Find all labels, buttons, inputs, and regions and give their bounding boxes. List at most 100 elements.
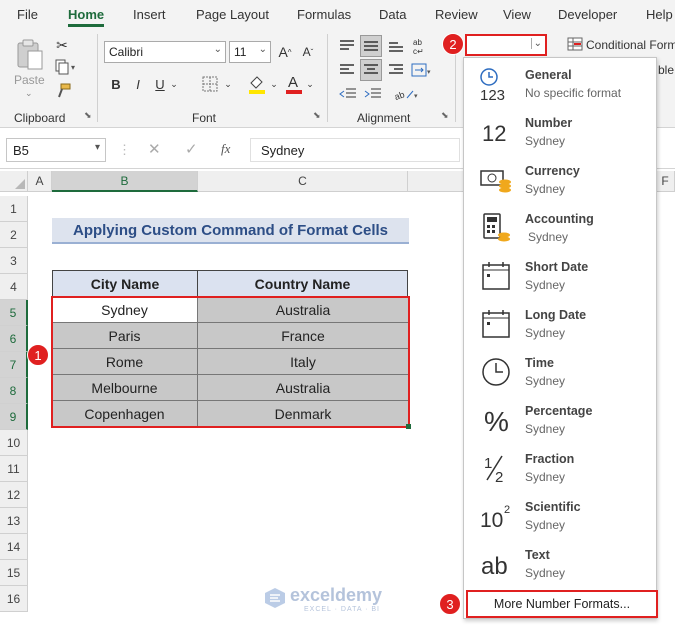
format-time[interactable]: Time Sydney [464,348,656,396]
align-right-icon[interactable] [386,60,406,80]
orientation-icon[interactable]: ab ▾ [392,84,422,104]
chevron-down-icon[interactable]: ⌄ [269,76,279,92]
borders-icon[interactable] [199,74,221,94]
sheet-title[interactable]: Applying Custom Command of Format Cells [52,218,409,244]
align-middle-icon[interactable] [360,35,382,57]
align-top-icon[interactable] [337,36,357,56]
table-cell-country[interactable]: Denmark [198,401,408,427]
table-cell-city[interactable]: Copenhagen [52,401,198,427]
paste-label[interactable]: Paste [14,73,45,87]
row-header[interactable]: 16 [0,586,28,612]
chevron-down-icon[interactable]: ⌄ [305,76,315,92]
number-format-combo[interactable]: ⌄ [465,34,547,56]
row-header[interactable]: 10 [0,430,28,456]
tab-file[interactable]: File [17,7,38,22]
increase-indent-icon[interactable] [362,84,384,104]
font-launcher-icon[interactable]: ⬊ [313,110,321,121]
row-header[interactable]: 1 [0,196,28,222]
align-bottom-icon[interactable] [386,36,406,56]
row-header[interactable]: 4 [0,274,28,300]
table-header-city[interactable]: City Name [52,270,198,297]
align-center-icon[interactable] [360,59,382,81]
format-text[interactable]: ab Text Sydney [464,540,656,588]
row-header[interactable]: 7 [0,352,28,378]
table-header-country[interactable]: Country Name [197,270,408,297]
table-cell-country[interactable]: Australia [198,297,408,323]
underline-icon[interactable]: U [152,74,168,94]
clipboard-launcher-icon[interactable]: ⬊ [84,110,92,121]
column-header-b[interactable]: B [52,171,198,192]
fill-handle[interactable] [406,424,411,429]
format-as-table-label[interactable]: ble [658,63,674,77]
column-header-c[interactable]: C [198,171,408,192]
italic-icon[interactable]: I [130,74,146,94]
table-cell-country[interactable]: Australia [198,375,408,401]
format-number[interactable]: 12 Number Sydney [464,108,656,156]
row-header[interactable]: 6 [0,326,28,352]
chevron-down-icon[interactable]: ⌄ [223,76,233,92]
font-name-combo[interactable]: Calibri ⌄ [104,41,226,63]
format-general[interactable]: 123 General No specific format [464,60,656,108]
table-cell-country[interactable]: Italy [198,349,408,375]
tab-page-layout[interactable]: Page Layout [196,7,269,22]
column-header-f[interactable]: F [656,171,675,192]
format-short-date[interactable]: Short Date Sydney [464,252,656,300]
column-header-d[interactable] [408,171,464,192]
row-header[interactable]: 13 [0,508,28,534]
enter-check-icon[interactable]: ✓ [185,140,198,158]
row-header[interactable]: 14 [0,534,28,560]
bold-icon[interactable]: B [108,74,124,94]
row-header[interactable]: 11 [0,456,28,482]
tab-view[interactable]: View [503,7,531,22]
more-number-formats-button[interactable]: More Number Formats... [466,590,658,618]
row-header[interactable]: 12 [0,482,28,508]
tab-insert[interactable]: Insert [133,7,166,22]
row-header[interactable]: 15 [0,560,28,586]
format-painter-icon[interactable] [54,82,72,100]
tab-developer[interactable]: Developer [558,7,617,22]
grow-font-icon[interactable]: A ^ [276,42,294,62]
conditional-formatting-icon[interactable] [566,36,584,52]
table-cell-city[interactable]: Rome [52,349,198,375]
row-header[interactable]: 9 [0,404,28,430]
table-cell-city[interactable]: Paris [52,323,198,349]
copy-icon[interactable]: ▾ [54,58,78,76]
tab-review[interactable]: Review [435,7,478,22]
tab-data[interactable]: Data [379,7,406,22]
insert-function-icon[interactable]: fx [221,141,230,157]
table-cell-city[interactable]: Sydney [52,297,198,323]
format-currency[interactable]: Currency Sydney [464,156,656,204]
format-accounting[interactable]: Accounting Sydney [464,204,656,252]
align-left-icon[interactable] [337,60,357,80]
format-percentage[interactable]: % Percentage Sydney [464,396,656,444]
tab-help[interactable]: Help [646,7,673,22]
name-box[interactable]: B5 ▾ [6,138,106,162]
alignment-launcher-icon[interactable]: ⬊ [441,110,449,121]
decrease-indent-icon[interactable] [337,84,359,104]
table-cell-country[interactable]: France [198,323,408,349]
table-cell-city[interactable]: Melbourne [52,375,198,401]
paste-chevron-icon[interactable]: ⌄ [25,88,33,99]
cut-icon[interactable]: ✂ [54,36,70,54]
row-header[interactable]: 3 [0,248,28,274]
tab-home[interactable]: Home [68,7,105,27]
row-header[interactable]: 2 [0,222,28,248]
tab-formulas[interactable]: Formulas [297,7,351,22]
merge-center-icon[interactable]: ▾ [410,60,432,80]
select-all-corner[interactable] [0,171,28,192]
shrink-font-icon[interactable]: Aˇ [299,42,317,62]
fill-color-icon[interactable] [246,72,268,96]
formula-input[interactable]: Sydney [250,138,460,162]
column-header-a[interactable]: A [28,171,52,192]
font-size-combo[interactable]: 11 ⌄ [229,41,271,63]
row-header[interactable]: 8 [0,378,28,404]
conditional-formatting-label[interactable]: Conditional Form [586,38,675,52]
format-scientific[interactable]: 10 2 Scientific Sydney [464,492,656,540]
row-header[interactable]: 5 [0,300,28,326]
wrap-text-icon[interactable]: ab c↵ [410,35,432,57]
cancel-icon[interactable]: ✕ [148,140,161,158]
paste-icon[interactable] [12,38,48,72]
chevron-down-icon[interactable]: ⌄ [169,76,179,92]
format-fraction[interactable]: 12 Fraction Sydney [464,444,656,492]
font-color-icon[interactable]: A [284,72,304,96]
